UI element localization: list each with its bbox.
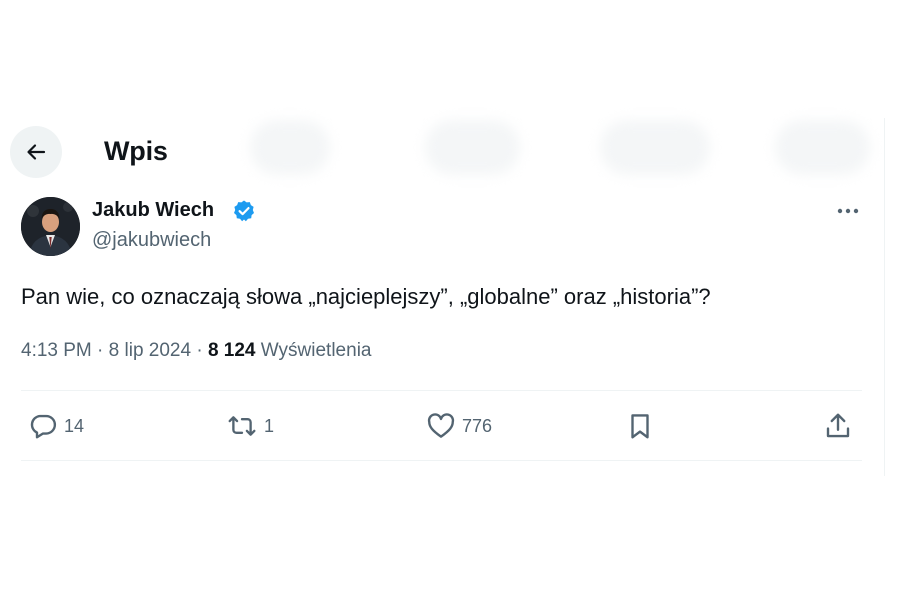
blurred-background-shape — [425, 120, 520, 175]
bookmark-button[interactable] — [625, 408, 655, 444]
repost-icon — [228, 416, 256, 436]
back-button[interactable] — [10, 126, 62, 178]
page-title: Wpis — [104, 136, 168, 166]
divider — [21, 460, 862, 461]
reply-count: 14 — [64, 415, 85, 436]
meta-separator: · — [97, 340, 104, 361]
blurred-background-shape — [600, 120, 710, 175]
meta-separator: · — [196, 340, 203, 361]
more-icon — [837, 208, 859, 214]
blurred-background-shape — [775, 120, 870, 175]
like-count: 776 — [462, 415, 493, 436]
more-button[interactable] — [834, 200, 862, 222]
share-button[interactable] — [823, 408, 853, 444]
reply-icon — [30, 414, 57, 439]
divider — [21, 390, 862, 391]
blurred-background-shape — [250, 120, 330, 175]
repost-count: 1 — [264, 415, 275, 436]
avatar[interactable] — [21, 197, 80, 256]
tweet-text: Pan wie, co oznaczają słowa „najcieplejs… — [21, 284, 711, 309]
tweet-time[interactable]: 4:13 PM — [21, 340, 92, 361]
views-label: Wyświetlenia — [260, 340, 372, 361]
like-button[interactable]: 776 — [426, 408, 492, 444]
verified-badge-icon — [234, 200, 254, 222]
author-handle[interactable]: @jakubwiech — [92, 229, 211, 252]
share-icon — [826, 413, 850, 438]
bookmark-icon — [631, 414, 649, 439]
reply-button[interactable]: 14 — [28, 408, 84, 444]
tweet-meta: 4:13 PM · 8 lip 2024 · 8 124 Wyświetleni… — [21, 340, 371, 362]
repost-button[interactable]: 1 — [226, 408, 274, 444]
like-icon — [427, 413, 455, 438]
column-border — [884, 118, 885, 476]
author-name[interactable]: Jakub Wiech — [92, 199, 214, 222]
tweet-date[interactable]: 8 lip 2024 — [109, 340, 191, 361]
views-count: 8 124 — [207, 340, 256, 361]
arrow-left-icon — [27, 144, 46, 160]
